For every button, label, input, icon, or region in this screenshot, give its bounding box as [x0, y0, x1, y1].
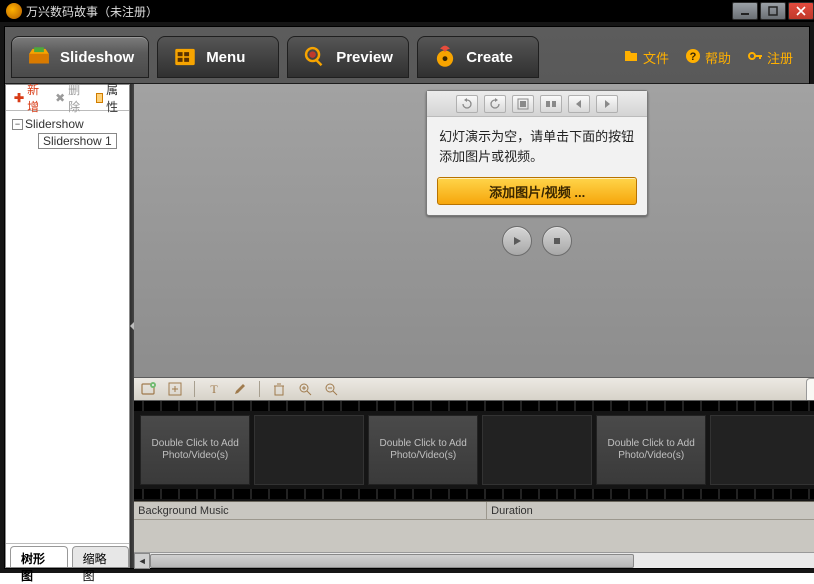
prev-icon[interactable]	[568, 95, 590, 113]
sidebar: ✚ 新增 ✖ 删除 属性 − Slidershow Slidershow 1	[5, 84, 130, 568]
actual-size-icon[interactable]	[540, 95, 562, 113]
bgmusic-panel: Background Music Duration Track Index	[134, 501, 814, 552]
storyboard-toolbar: T 故事板 时间线	[134, 377, 814, 401]
stage: 幻灯演示为空，请单击下面的按钮添加图片或视频。 添加图片/视频 ...	[134, 84, 814, 377]
sidebar-tree: − Slidershow Slidershow 1	[6, 111, 129, 543]
app-icon	[6, 3, 22, 19]
help-menu[interactable]: ? 帮助	[685, 48, 731, 67]
storyboard-slot[interactable]	[254, 415, 364, 485]
tab-slideshow-label: Slideshow	[60, 49, 134, 66]
col-duration[interactable]: Duration	[487, 502, 814, 519]
titlebar: 万兴数码故事（未注册）	[0, 0, 814, 22]
filmstrip: Double Click to Add Photo/Video(s) Doubl…	[134, 401, 814, 501]
sidebar-properties-button[interactable]: 属性	[92, 81, 125, 115]
preview-icon	[302, 44, 328, 70]
horizontal-scrollbar[interactable]: ◄ ►	[134, 552, 814, 568]
properties-icon	[96, 93, 103, 103]
add-media-button[interactable]: 添加图片/视频 ...	[437, 177, 637, 205]
sprocket-top	[134, 401, 814, 411]
sidebar-thumbview-tab[interactable]: 缩略图	[72, 546, 130, 567]
app-frame: Slideshow Menu Preview Create 文件	[0, 22, 814, 573]
tab-menu-label: Menu	[206, 49, 245, 66]
svg-text:T: T	[211, 382, 219, 396]
add-blank-icon[interactable]	[166, 380, 184, 398]
storyboard-tab[interactable]: 故事板	[806, 378, 814, 400]
stop-button[interactable]	[542, 226, 572, 256]
file-menu[interactable]: 文件	[623, 48, 669, 67]
col-bgmusic[interactable]: Background Music	[134, 502, 487, 519]
scroll-thumb[interactable]	[150, 554, 634, 568]
delete-icon[interactable]	[270, 380, 288, 398]
empty-slideshow-panel: 幻灯演示为空，请单击下面的按钮添加图片或视频。 添加图片/视频 ...	[426, 90, 648, 216]
add-photo-icon[interactable]	[140, 380, 158, 398]
minimize-button[interactable]	[732, 2, 758, 20]
window-title: 万兴数码故事（未注册）	[26, 3, 730, 20]
tree-child[interactable]: Slidershow 1	[38, 133, 117, 149]
svg-text:?: ?	[690, 51, 697, 63]
tree-root-label: Slidershow	[25, 117, 84, 131]
menu-icon	[172, 44, 198, 70]
tab-preview[interactable]: Preview	[287, 36, 409, 78]
storyboard-slot[interactable]	[710, 415, 814, 485]
tab-slideshow[interactable]: Slideshow	[11, 36, 149, 78]
main-header: Slideshow Menu Preview Create 文件	[5, 27, 809, 83]
help-icon: ?	[685, 48, 701, 67]
scroll-left-icon[interactable]: ◄	[134, 553, 150, 569]
tab-menu[interactable]: Menu	[157, 36, 279, 78]
play-button[interactable]	[502, 226, 532, 256]
register-menu[interactable]: 注册	[747, 48, 793, 67]
tree-root[interactable]: − Slidershow	[12, 117, 123, 131]
maximize-button[interactable]	[760, 2, 786, 20]
close-button[interactable]	[788, 2, 814, 20]
create-icon	[432, 44, 458, 70]
help-menu-label: 帮助	[705, 48, 731, 67]
next-icon[interactable]	[596, 95, 618, 113]
sidebar-add-button[interactable]: ✚ 新增	[10, 81, 43, 115]
key-icon	[747, 48, 763, 67]
storyboard-slot[interactable]	[482, 415, 592, 485]
empty-message: 幻灯演示为空，请单击下面的按钮添加图片或视频。	[427, 117, 647, 177]
storyboard-slot[interactable]: Double Click to Add Photo/Video(s)	[368, 415, 478, 485]
panel-toolbar	[427, 91, 647, 117]
storyboard-slot[interactable]: Double Click to Add Photo/Video(s)	[140, 415, 250, 485]
sidebar-add-label: 新增	[27, 81, 39, 115]
sidebar-treeview-tab[interactable]: 树形图	[10, 546, 68, 567]
bgmusic-rows[interactable]	[134, 520, 814, 552]
file-icon	[623, 48, 639, 67]
rotate-left-icon[interactable]	[456, 95, 478, 113]
toolbar-separator	[194, 381, 195, 397]
main-area: 幻灯演示为空，请单击下面的按钮添加图片或视频。 添加图片/视频 ... T	[134, 84, 814, 568]
slideshow-icon	[26, 44, 52, 70]
x-icon: ✖	[55, 91, 65, 105]
expand-icon[interactable]: −	[12, 119, 23, 130]
toolbar-separator	[259, 381, 260, 397]
sprocket-bottom	[134, 489, 814, 499]
register-menu-label: 注册	[767, 48, 793, 67]
sidebar-remove-button[interactable]: ✖ 删除	[51, 81, 84, 115]
edit-icon[interactable]	[231, 380, 249, 398]
tab-preview-label: Preview	[336, 49, 393, 66]
tab-create[interactable]: Create	[417, 36, 539, 78]
tab-create-label: Create	[466, 49, 513, 66]
rotate-right-icon[interactable]	[484, 95, 506, 113]
playback-controls	[502, 226, 572, 256]
file-menu-label: 文件	[643, 48, 669, 67]
zoom-out-icon[interactable]	[322, 380, 340, 398]
zoom-in-icon[interactable]	[296, 380, 314, 398]
work-area: ✚ 新增 ✖ 删除 属性 − Slidershow Slidershow 1	[5, 83, 809, 568]
storyboard-slot[interactable]: Double Click to Add Photo/Video(s)	[596, 415, 706, 485]
plus-icon: ✚	[14, 91, 24, 105]
fit-icon[interactable]	[512, 95, 534, 113]
sidebar-remove-label: 删除	[68, 81, 80, 115]
text-icon[interactable]: T	[205, 380, 223, 398]
sidebar-properties-label: 属性	[106, 81, 121, 115]
